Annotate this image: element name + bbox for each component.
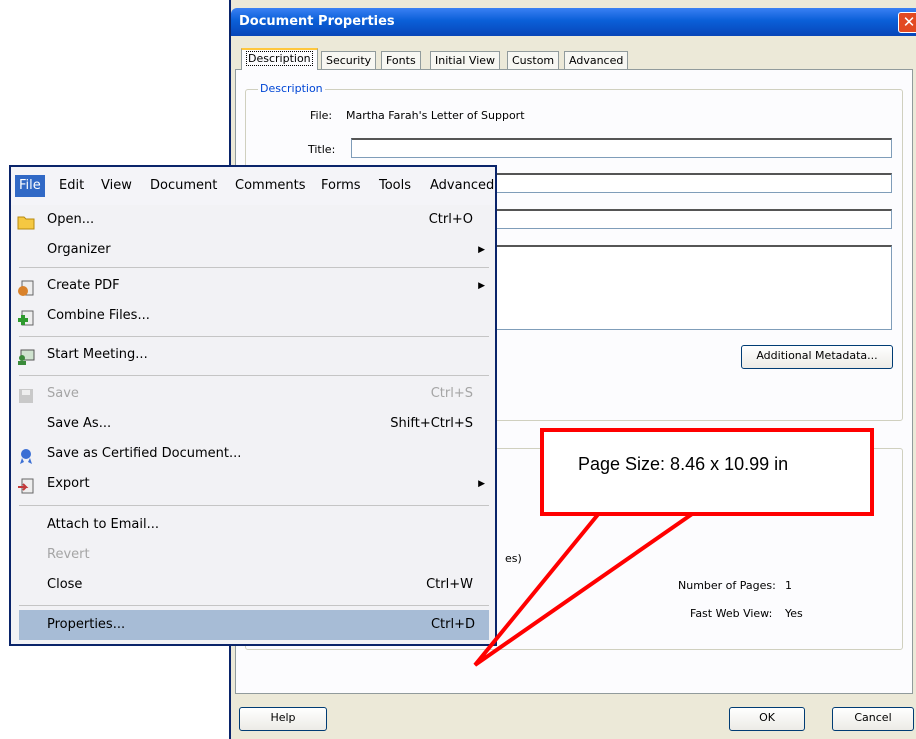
page-size-callout-text: Page Size: 8.46 x 10.99 in	[578, 454, 789, 474]
callout-pointer	[473, 510, 697, 667]
page-size-callout: Page Size: 8.46 x 10.99 in	[540, 428, 874, 516]
